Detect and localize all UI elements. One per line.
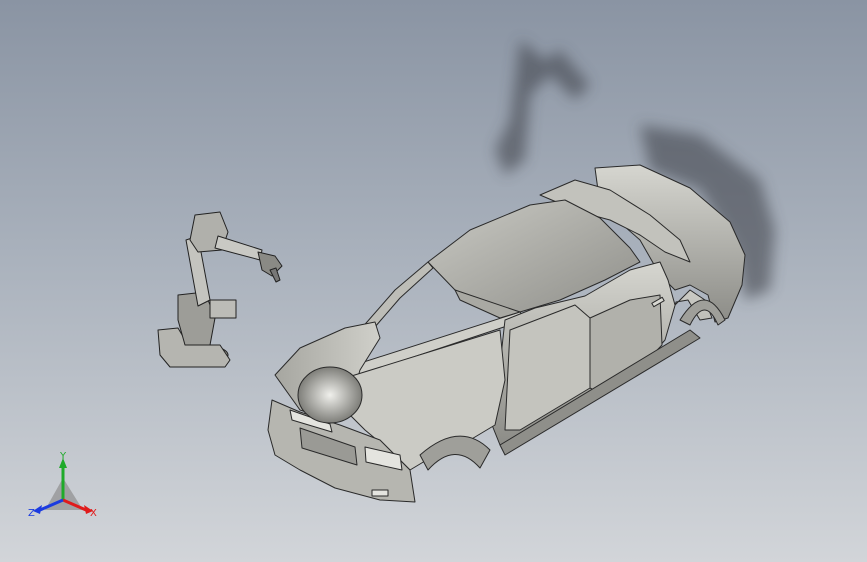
- car-fog-lamp: [371, 489, 389, 497]
- triad-y-label: Y: [59, 451, 67, 462]
- car-front-wheel-arch: [297, 366, 363, 424]
- robot-gripper: [257, 251, 283, 277]
- car-body-model[interactable]: [267, 164, 746, 503]
- model-scene[interactable]: Y X Z: [0, 0, 867, 562]
- robot-forearm: [214, 235, 263, 261]
- cad-3d-viewport[interactable]: Y X Z: [0, 0, 867, 562]
- coordinate-triad: Y X Z: [28, 451, 97, 519]
- triad-x-label: X: [90, 508, 97, 519]
- robot-arm-model[interactable]: [157, 211, 283, 368]
- triad-z-label: Z: [28, 508, 35, 519]
- robot-counterweight: [209, 299, 237, 319]
